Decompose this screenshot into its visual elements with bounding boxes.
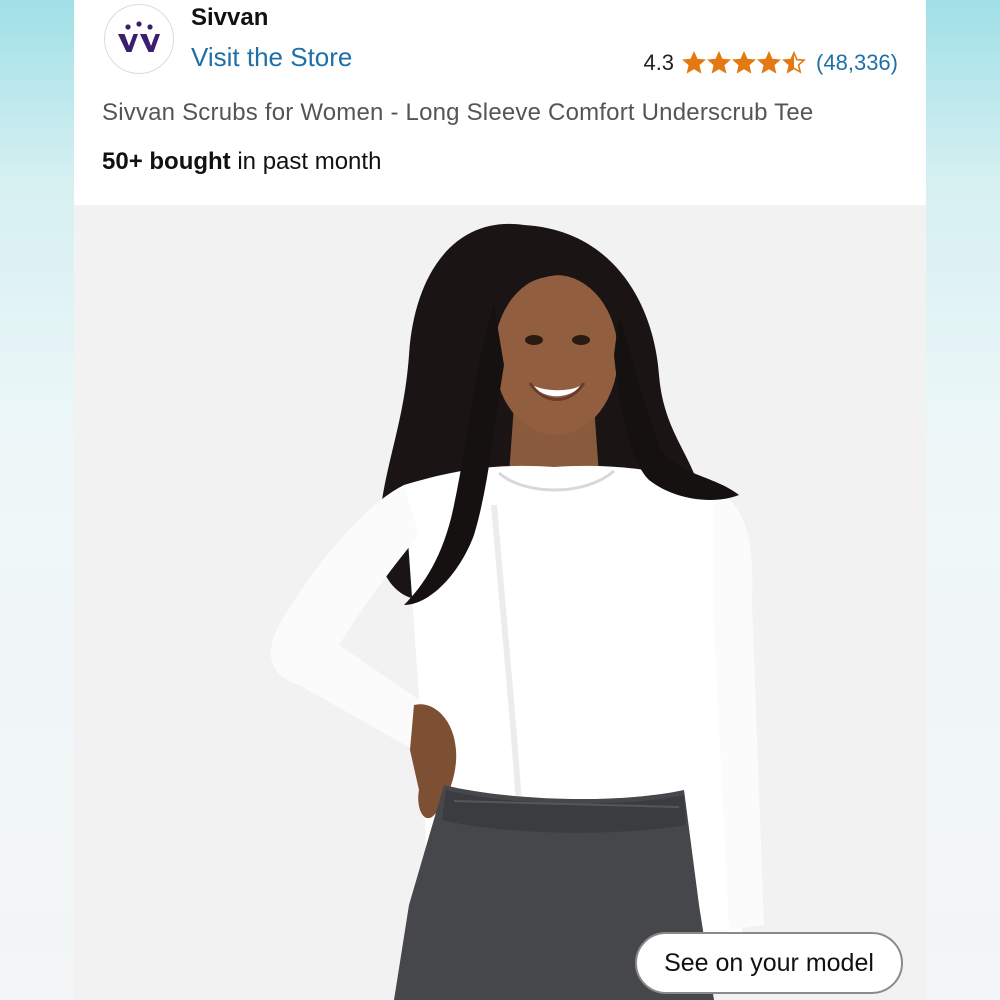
- rating-row[interactable]: 4.3 (48,336): [643, 48, 898, 78]
- review-count-link[interactable]: (48,336): [816, 50, 898, 76]
- brand-name[interactable]: Sivvan: [191, 4, 268, 32]
- star-half-icon: [782, 51, 806, 74]
- bought-in-past-month: 50+ bought in past month: [102, 148, 381, 176]
- product-photo-woman-white-long-sleeve-tee: [74, 205, 926, 1000]
- rating-value: 4.3: [643, 50, 675, 75]
- see-on-your-model-button[interactable]: See on your model: [635, 932, 903, 994]
- star-full-icon: [757, 51, 781, 74]
- brand-logo[interactable]: [104, 4, 174, 74]
- product-title: Sivvan Scrubs for Women - Long Sleeve Co…: [102, 99, 814, 126]
- sivvan-logo-icon: [118, 21, 160, 52]
- star-rating[interactable]: [682, 51, 806, 75]
- star-full-icon: [707, 51, 731, 74]
- visit-store-link[interactable]: Visit the Store: [191, 42, 352, 73]
- bought-count: 50+ bought: [102, 148, 231, 175]
- product-header: Sivvan Visit the Store 4.3 (48,336) Sivv…: [74, 0, 926, 205]
- star-full-icon: [732, 51, 756, 74]
- product-card: Sivvan Visit the Store 4.3 (48,336) Sivv…: [74, 0, 926, 1000]
- star-full-icon: [682, 51, 706, 74]
- bought-period: in past month: [230, 148, 382, 175]
- product-image-area[interactable]: See on your model: [74, 205, 926, 1000]
